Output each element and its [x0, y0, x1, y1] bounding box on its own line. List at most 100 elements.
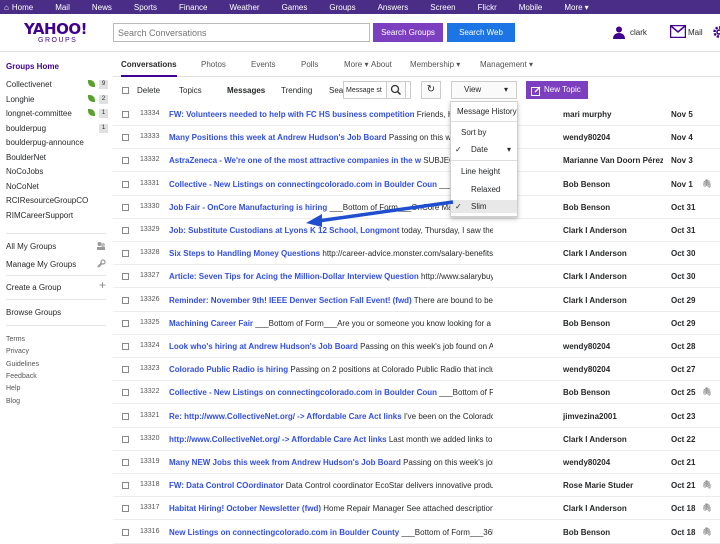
message-row[interactable]: 13334FW: Volunteers needed to help with … [113, 103, 720, 126]
search-web-button[interactable]: Search Web [447, 23, 515, 42]
gear-icon[interactable] [712, 25, 720, 39]
footer-link-blog[interactable]: Blog [6, 396, 108, 407]
sidebar-browse-groups[interactable]: Browse Groups [6, 307, 108, 318]
message-checkbox[interactable] [122, 204, 129, 211]
message-checkbox[interactable] [122, 482, 129, 489]
view-menu-relaxed[interactable]: Relaxed [451, 183, 517, 196]
topbar-item-home[interactable]: ⌂Home [0, 3, 44, 12]
view-menu-slim[interactable]: ✓ Slim [451, 200, 517, 213]
message-subject[interactable]: http://www.CollectiveNet.org/ -> Afforda… [169, 435, 493, 444]
message-checkbox[interactable] [122, 389, 129, 396]
message-subject[interactable]: Reminder: November 9th! IEEE Denver Sect… [169, 296, 493, 305]
sidebar-group-item[interactable]: Collectivenet9 [6, 79, 108, 90]
footer-link-help[interactable]: Help [6, 383, 108, 394]
message-title[interactable]: Many NEW Jobs this week from Andrew Huds… [169, 458, 401, 467]
message-title[interactable]: Reminder: November 9th! IEEE Denver Sect… [169, 296, 412, 305]
topbar-item-flickr[interactable]: Flickr [467, 3, 508, 12]
messages-toggle[interactable]: Messages [227, 86, 265, 95]
message-author[interactable]: wendy80204 [563, 365, 663, 374]
message-author[interactable]: Clark I Anderson [563, 272, 663, 281]
message-author[interactable]: Bob Benson [563, 319, 663, 328]
message-checkbox[interactable] [122, 459, 129, 466]
topbar-item-finance[interactable]: Finance [168, 3, 218, 12]
footer-link-guidelines[interactable]: Guidelines [6, 359, 108, 370]
view-menu-message-history[interactable]: Message History [451, 105, 517, 118]
message-subject[interactable]: Many Positions this week at Andrew Hudso… [169, 133, 493, 142]
message-subject[interactable]: Six Steps to Handling Money Questions ht… [169, 249, 493, 258]
message-title[interactable]: Collective - New Listings on connectingc… [169, 180, 437, 189]
message-author[interactable]: jimvezina2001 [563, 412, 663, 421]
message-title[interactable]: Habitat Hiring! October Newsletter (fwd) [169, 504, 321, 513]
mail-icon[interactable] [670, 25, 684, 39]
message-subject[interactable]: Collective - New Listings on connectingc… [169, 388, 493, 397]
delete-button[interactable]: Delete [137, 86, 160, 95]
sidebar-group-item[interactable]: longnet-committee1 [6, 108, 108, 119]
message-subject[interactable]: Collective - New Listings on connectingc… [169, 180, 493, 189]
tab-photos[interactable]: Photos [201, 60, 226, 69]
sidebar-group-item[interactable]: NoCoNet [6, 181, 108, 192]
message-checkbox[interactable] [122, 529, 129, 536]
message-checkbox[interactable] [122, 227, 129, 234]
message-row[interactable]: 13327Article: Seven Tips for Acing the M… [113, 265, 720, 288]
message-author[interactable]: Clark I Anderson [563, 226, 663, 235]
message-subject[interactable]: FW: Data Control COordinator Data Contro… [169, 481, 493, 490]
topbar-item-weather[interactable]: Weather [218, 3, 270, 12]
message-subject[interactable]: New Listings on connectingcolorado.com i… [169, 528, 493, 537]
message-title[interactable]: http://www.CollectiveNet.org/ -> Afforda… [169, 435, 387, 444]
topbar-item-mail[interactable]: Mail [44, 3, 81, 12]
message-title[interactable]: AstraZeneca - We're one of the most attr… [169, 156, 421, 165]
sidebar-group-item[interactable]: boulderpug1 [6, 123, 108, 134]
trending-toggle[interactable]: Trending [281, 86, 312, 95]
message-author[interactable]: Bob Benson [563, 180, 663, 189]
new-topic-button[interactable]: New Topic [526, 81, 588, 99]
message-checkbox[interactable] [122, 273, 129, 280]
message-title[interactable]: FW: Volunteers needed to help with FC HS… [169, 110, 415, 119]
message-title[interactable]: Machining Career Fair [169, 319, 253, 328]
message-row[interactable]: 13333Many Positions this week at Andrew … [113, 126, 720, 149]
message-subject[interactable]: Habitat Hiring! October Newsletter (fwd)… [169, 504, 493, 513]
topbar-item-sports[interactable]: Sports [123, 3, 168, 12]
message-title[interactable]: Look who's hiring at Andrew Hudson's Job… [169, 342, 358, 351]
message-row[interactable]: 13331Collective - New Listings on connec… [113, 173, 720, 196]
message-author[interactable]: Clark I Anderson [563, 249, 663, 258]
message-checkbox[interactable] [122, 505, 129, 512]
message-author[interactable]: Rose Marie Studer [563, 481, 663, 490]
message-row[interactable]: 13321Re: http://www.CollectiveNet.org/ -… [113, 405, 720, 428]
message-checkbox[interactable] [122, 320, 129, 327]
tab-about[interactable]: About [371, 60, 392, 69]
message-checkbox[interactable] [122, 157, 129, 164]
mail-link[interactable]: Mail [688, 28, 712, 37]
message-checkbox[interactable] [122, 297, 129, 304]
yahoo-groups-logo[interactable]: YAHOO! GROUPS [24, 22, 86, 48]
topbar-item-games[interactable]: Games [271, 3, 319, 12]
message-title[interactable]: Colorado Public Radio is hiring [169, 365, 288, 374]
message-row[interactable]: 13326Reminder: November 9th! IEEE Denver… [113, 289, 720, 312]
topics-toggle[interactable]: Topics [179, 86, 202, 95]
view-dropdown-button[interactable]: View ▾ [451, 81, 517, 99]
message-title[interactable]: Six Steps to Handling Money Questions [169, 249, 320, 258]
message-row[interactable]: 13322Collective - New Listings on connec… [113, 381, 720, 404]
message-row[interactable]: 13320http://www.CollectiveNet.org/ -> Af… [113, 428, 720, 451]
message-subject[interactable]: FW: Volunteers needed to help with FC HS… [169, 110, 493, 119]
message-author[interactable]: wendy80204 [563, 458, 663, 467]
sidebar-groups-home[interactable]: Groups Home [6, 61, 108, 72]
message-author[interactable]: Bob Benson [563, 388, 663, 397]
message-row[interactable]: 13325Machining Career Fair ___Bottom of … [113, 312, 720, 335]
message-row[interactable]: 13324Look who's hiring at Andrew Hudson'… [113, 335, 720, 358]
tab-management[interactable]: Management ▾ [480, 60, 533, 69]
topbar-item-more[interactable]: More▾ [553, 3, 599, 12]
message-checkbox[interactable] [122, 343, 129, 350]
sidebar-group-item[interactable]: RCIResourceGroupCO [6, 195, 108, 206]
refresh-button[interactable]: ↻ [421, 81, 441, 99]
message-author[interactable]: Bob Benson [563, 528, 663, 537]
message-checkbox[interactable] [122, 413, 129, 420]
message-subject[interactable]: Re: http://www.CollectiveNet.org/ -> Aff… [169, 412, 493, 421]
message-row[interactable]: 13319Many NEW Jobs this week from Andrew… [113, 451, 720, 474]
sidebar-manage-my-groups[interactable]: Manage My Groups [6, 259, 108, 270]
message-title[interactable]: Re: http://www.CollectiveNet.org/ -> Aff… [169, 412, 402, 421]
message-author[interactable]: Clark I Anderson [563, 504, 663, 513]
tab-membership[interactable]: Membership ▾ [410, 60, 460, 69]
message-search-button[interactable] [386, 81, 406, 99]
sidebar-all-my-groups[interactable]: All My Groups [6, 241, 108, 252]
footer-link-privacy[interactable]: Privacy [6, 346, 108, 357]
